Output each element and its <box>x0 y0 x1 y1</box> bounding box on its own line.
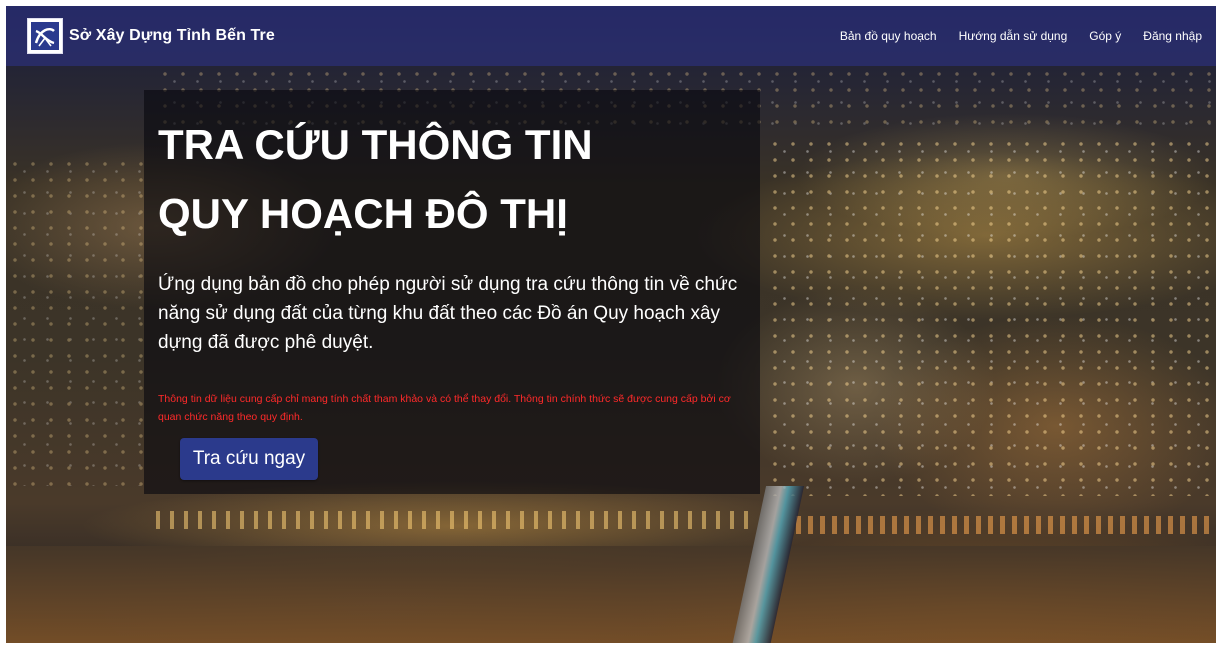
disclaimer-note: Thông tin dữ liệu cung cấp chỉ mang tính… <box>158 393 731 423</box>
hero-title-line-1: TRA CỨU THÔNG TIN <box>158 121 593 168</box>
background-shore-lights <box>156 511 756 529</box>
nav-item-user-guide[interactable]: Hướng dẫn sử dụng <box>959 29 1068 43</box>
background-city-lights <box>766 136 1216 496</box>
search-now-button[interactable]: Tra cứu ngay <box>180 438 318 480</box>
hero-panel: TRA CỨU THÔNG TIN QUY HOẠCH ĐÔ THỊ Ứng d… <box>144 90 760 494</box>
top-navbar: Sở Xây Dựng Tỉnh Bến Tre Bản đồ quy hoạc… <box>6 6 1216 66</box>
hero-description: Ứng dụng bản đồ cho phép người sử dụng t… <box>158 274 738 353</box>
main-nav: Bản đồ quy hoạch Hướng dẫn sử dụng Góp ý… <box>818 29 1202 43</box>
nav-item-planning-map[interactable]: Bản đồ quy hoạch <box>840 29 937 43</box>
background-shore-lights <box>796 516 1216 534</box>
page-frame: Sở Xây Dựng Tỉnh Bến Tre Bản đồ quy hoạc… <box>6 6 1216 643</box>
background-city-lights <box>6 156 156 486</box>
hero-title-line-2: QUY HOẠCH ĐÔ THỊ <box>158 190 568 237</box>
brand[interactable]: Sở Xây Dựng Tỉnh Bến Tre <box>27 17 275 55</box>
nav-item-feedback[interactable]: Góp ý <box>1089 29 1121 43</box>
brand-name: Sở Xây Dựng Tỉnh Bến Tre <box>69 27 275 44</box>
nav-item-login[interactable]: Đăng nhập <box>1143 29 1202 43</box>
building-emblem-icon <box>27 18 63 54</box>
hero-title: TRA CỨU THÔNG TIN QUY HOẠCH ĐÔ THỊ <box>158 110 593 248</box>
background-river <box>6 546 1216 643</box>
